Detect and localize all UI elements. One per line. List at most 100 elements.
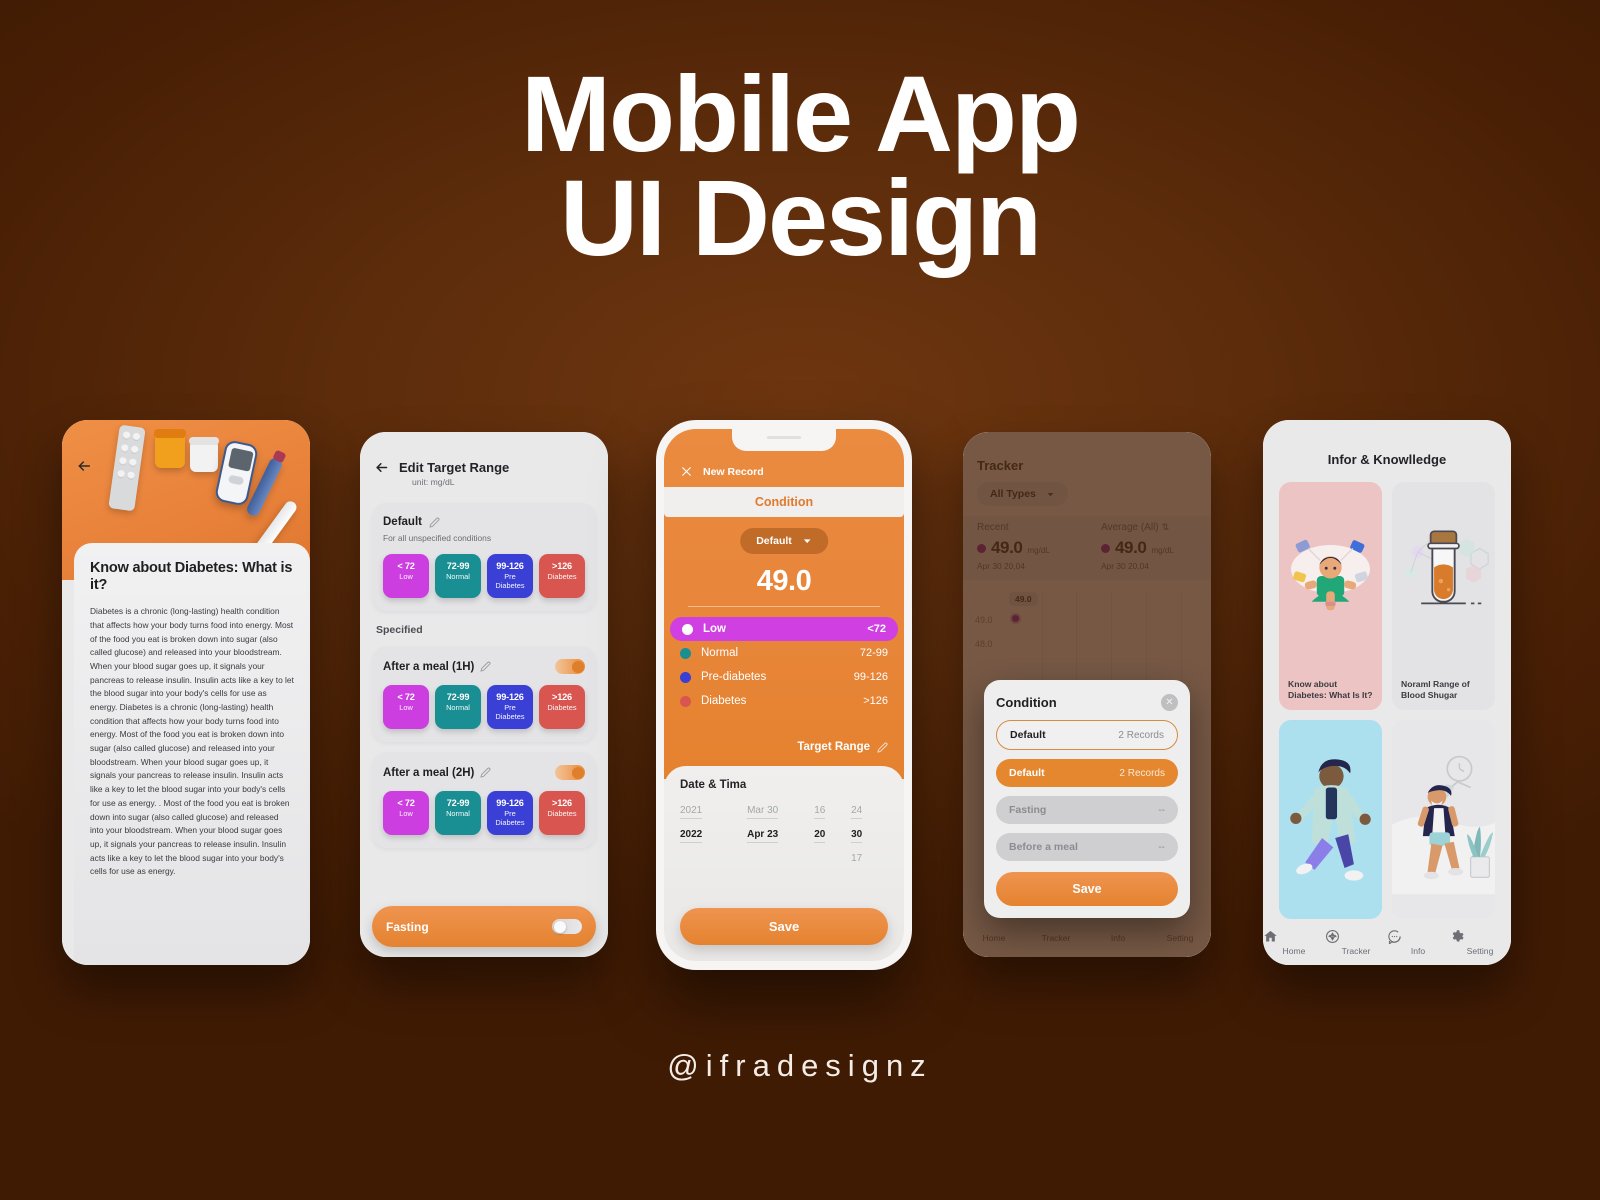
range-chip-pre-diabetes[interactable]: 99-126 Pre Diabetes: [487, 554, 533, 599]
picker-column-year[interactable]: 2021 2022: [680, 800, 747, 871]
range-chip-normal[interactable]: 72-99 Normal: [435, 554, 481, 599]
nav-item-setting[interactable]: Setting: [1449, 929, 1511, 956]
fasting-toggle[interactable]: [552, 919, 582, 934]
reading-value: 49.0: [756, 565, 812, 597]
pill-blister-pack-illustration: [108, 424, 146, 512]
info-card-diabetes[interactable]: Know about Diabetes: What Is It?: [1279, 482, 1382, 711]
picker-year-selected[interactable]: 2022: [680, 829, 703, 843]
range-item-normal[interactable]: Normal 72-99: [664, 641, 904, 665]
condition-option-fasting[interactable]: Fasting --: [996, 796, 1178, 824]
chip-value: < 72: [397, 798, 415, 809]
stat-average-header-text: Average (All): [1101, 522, 1159, 533]
range-chip-diabetes[interactable]: >126 Diabetes: [539, 791, 585, 836]
picker-date-selected[interactable]: Apr 23: [747, 829, 779, 843]
range-dot-normal: [680, 647, 691, 659]
pencil-icon[interactable]: [877, 742, 888, 753]
info-card-grid: Know about Diabetes: What Is It? Noraml …: [1279, 482, 1495, 919]
nav-item-setting[interactable]: Setting: [1149, 933, 1211, 943]
default-range-subtitle: For all unspecified conditions: [383, 533, 492, 543]
back-arrow-icon[interactable]: [76, 458, 92, 474]
range-item-pre-diabetes[interactable]: Pre-diabetes 99-126: [664, 665, 904, 689]
modal-save-button[interactable]: Save: [996, 872, 1178, 906]
close-circle-icon[interactable]: ✕: [1161, 694, 1178, 711]
range-item-low[interactable]: Low <72: [670, 617, 898, 641]
condition-option-count: --: [1158, 841, 1165, 853]
picker-minute-selected[interactable]: 30: [851, 829, 863, 843]
man-confused-illustration: [1291, 539, 1370, 611]
range-chip-pre-diabetes[interactable]: 99-126 Pre Diabetes: [487, 791, 533, 836]
condition-modal-title: Condition: [996, 695, 1057, 710]
picker-minute-prev[interactable]: 24: [851, 805, 863, 819]
phone-side-button-volume: [911, 584, 912, 606]
range-chip-normal[interactable]: 72-99 Normal: [435, 791, 481, 836]
specified-card-toggle[interactable]: [555, 659, 585, 675]
range-item-name: Pre-diabetes: [701, 671, 767, 683]
nav-item-home[interactable]: Home: [1263, 929, 1325, 956]
chip-value: >126: [552, 561, 572, 571]
picker-year-prev[interactable]: 2021: [680, 805, 703, 819]
condition-option-default-selected[interactable]: Default 2 Records: [996, 720, 1178, 750]
nav-item-info[interactable]: Info: [1387, 929, 1449, 956]
condition-option-count: 2 Records: [1118, 729, 1164, 741]
info-card-walking-man[interactable]: [1392, 720, 1495, 919]
chip-label: Normal: [446, 572, 470, 581]
picker-column-hour[interactable]: 16 20: [814, 800, 851, 871]
picker-hour-selected[interactable]: 20: [814, 829, 826, 843]
stat-recent: Recent 49.0 mg/dL Apr 30 20,04: [963, 522, 1087, 571]
close-x-icon[interactable]: [680, 465, 693, 478]
nav-item-tracker[interactable]: Tracker: [1025, 933, 1087, 943]
picker-hour-prev[interactable]: 16: [814, 805, 826, 819]
home-icon: [1263, 929, 1325, 944]
condition-dropdown-value: Default: [756, 535, 792, 547]
datetime-picker[interactable]: 2021 2022 Mar 30 Apr 23 16 20 24 30 17: [680, 800, 888, 871]
bottom-nav: Home Tracker Info Setting: [1263, 919, 1511, 965]
default-range-card[interactable]: Default For all unspecified conditions <…: [372, 503, 596, 612]
fasting-row[interactable]: Fasting: [372, 906, 596, 947]
picker-minute-next[interactable]: 17: [851, 853, 862, 866]
range-chip-low[interactable]: < 72 Low: [383, 685, 429, 730]
chart-data-point[interactable]: [1010, 613, 1021, 624]
range-chip-normal[interactable]: 72-99 Normal: [435, 685, 481, 730]
range-chip-low[interactable]: < 72 Low: [383, 554, 429, 599]
pencil-icon[interactable]: [429, 517, 440, 528]
nav-item-tracker[interactable]: Tracker: [1325, 929, 1387, 956]
range-chip-low[interactable]: < 72 Low: [383, 791, 429, 836]
type-filter-dropdown[interactable]: All Types: [977, 482, 1068, 506]
nav-item-info[interactable]: Info: [1087, 933, 1149, 943]
info-card-blood-sugar-range[interactable]: Noraml Range of Blood Shugar: [1392, 482, 1495, 711]
picker-column-minute[interactable]: 24 30 17: [851, 800, 888, 871]
tracker-icon: [1325, 929, 1387, 944]
chip-label: Diabetes: [547, 703, 577, 713]
specified-card-after-meal-1h[interactable]: After a meal (1H) < 72 Low 72-99 Normal …: [372, 646, 596, 743]
picker-date-prev[interactable]: Mar 30: [747, 805, 779, 819]
condition-dropdown[interactable]: Default: [740, 528, 828, 554]
range-chip-diabetes[interactable]: >126 Diabetes: [539, 685, 585, 730]
range-chip-diabetes[interactable]: >126 Diabetes: [539, 554, 585, 599]
article-body: Diabetes is a chronic (long-lasting) hea…: [90, 606, 294, 877]
pencil-icon[interactable]: [480, 661, 491, 672]
back-arrow-icon[interactable]: [374, 460, 389, 475]
range-item-diabetes[interactable]: Diabetes >126: [664, 689, 904, 713]
tab-condition[interactable]: Condition: [664, 487, 904, 517]
condition-option-count: 2 Records: [1119, 767, 1165, 779]
sort-icon[interactable]: ⇅: [1162, 522, 1170, 532]
pencil-icon[interactable]: [480, 767, 491, 778]
condition-option-before-a-meal[interactable]: Before a meal --: [996, 833, 1178, 861]
picker-column-date[interactable]: Mar 30 Apr 23: [747, 800, 814, 871]
stat-dot-icon: [977, 543, 986, 553]
save-button[interactable]: Save: [680, 908, 888, 945]
range-chip-pre-diabetes[interactable]: 99-126 Pre Diabetes: [487, 685, 533, 730]
specified-card-after-meal-2h[interactable]: After a meal (2H) < 72 Low 72-99 Normal …: [372, 752, 596, 849]
info-card-running-doctor[interactable]: [1279, 720, 1382, 919]
stat-recent-unit: mg/dL: [1027, 546, 1050, 555]
chip-label: Normal: [446, 809, 470, 819]
nav-item-home[interactable]: Home: [963, 933, 1025, 943]
range-item-value: 99-126: [853, 671, 888, 683]
target-range-link[interactable]: Target Range: [797, 741, 888, 753]
type-filter-value: All Types: [990, 488, 1036, 500]
specified-card-toggle[interactable]: [555, 765, 585, 781]
phone-side-button-mute: [656, 546, 657, 572]
range-chip-group: < 72 Low 72-99 Normal 99-126 Pre Diabete…: [383, 791, 585, 836]
condition-option-default[interactable]: Default 2 Records: [996, 759, 1178, 787]
chip-label: Pre Diabetes: [495, 809, 525, 827]
